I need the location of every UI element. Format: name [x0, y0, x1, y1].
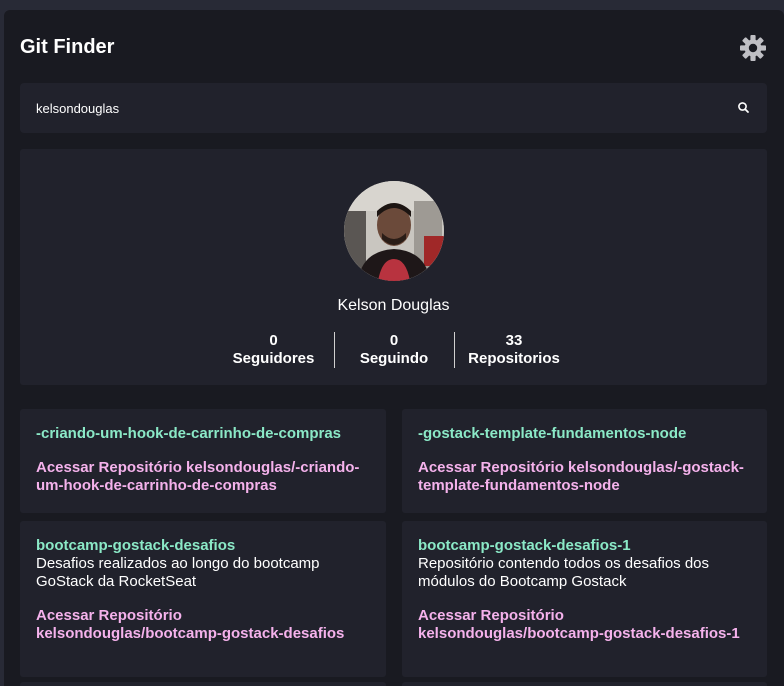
stat-followers: 0 Seguidores: [214, 332, 334, 368]
repo-link[interactable]: Acessar Repositório kelsondouglas/-gosta…: [418, 459, 751, 495]
repo-link[interactable]: Acessar Repositório kelsondouglas/bootca…: [418, 607, 751, 643]
stat-value: 0: [389, 332, 399, 349]
repo-card: bootcamp-gostack-desafios Desafios reali…: [20, 521, 386, 677]
profile-name: Kelson Douglas: [337, 297, 450, 314]
repo-link[interactable]: Acessar Repositório kelsondouglas/-crian…: [36, 459, 370, 495]
stat-label: Seguidores: [232, 350, 315, 367]
repo-card: -criando-um-hook-de-carrinho-de-compras …: [20, 409, 386, 513]
stat-value: 33: [505, 332, 523, 349]
search-icon[interactable]: [735, 99, 753, 117]
repo-description: Desafios realizados ao longo do bootcamp…: [36, 555, 320, 590]
repo-card: -gostack-template-fundamentos-node Acess…: [402, 409, 767, 513]
avatar: [344, 181, 444, 281]
gear-icon[interactable]: [738, 33, 768, 63]
repo-card: bootcamp-gostack-desafios-1 Repositório …: [402, 521, 767, 677]
repo-link[interactable]: Acessar Repositório kelsondouglas/bootca…: [36, 607, 370, 643]
stat-label: Repositorios: [468, 350, 560, 367]
header: Git Finder: [20, 34, 768, 64]
repo-name: -criando-um-hook-de-carrinho-de-compras: [36, 425, 342, 442]
repo-list-continuation: [20, 682, 767, 686]
profile-stats: 0 Seguidores 0 Seguindo 33 Repositorios: [20, 332, 767, 368]
stat-value: 0: [269, 332, 278, 349]
repo-name: bootcamp-gostack-desafios-1: [418, 537, 631, 554]
search-input[interactable]: [36, 83, 716, 133]
repo-description: Repositório contendo todos os desafios d…: [418, 555, 710, 590]
stat-following: 0 Seguindo: [333, 332, 454, 368]
repo-name: -gostack-template-fundamentos-node: [418, 425, 687, 442]
repo-card: [20, 682, 386, 686]
profile-card: Kelson Douglas 0 Seguidores 0 Seguindo 3…: [20, 149, 767, 385]
repo-list: -criando-um-hook-de-carrinho-de-compras …: [20, 409, 767, 677]
search-bar: [20, 83, 767, 133]
stat-label: Seguindo: [359, 350, 429, 367]
stat-repositories: 33 Repositorios: [453, 332, 574, 368]
repo-card: [402, 682, 767, 686]
app-title: Git Finder: [20, 36, 115, 58]
repo-name: bootcamp-gostack-desafios: [36, 537, 236, 554]
app-window: Git Finder kelsondouglas Kelson Douglas …: [4, 10, 784, 686]
